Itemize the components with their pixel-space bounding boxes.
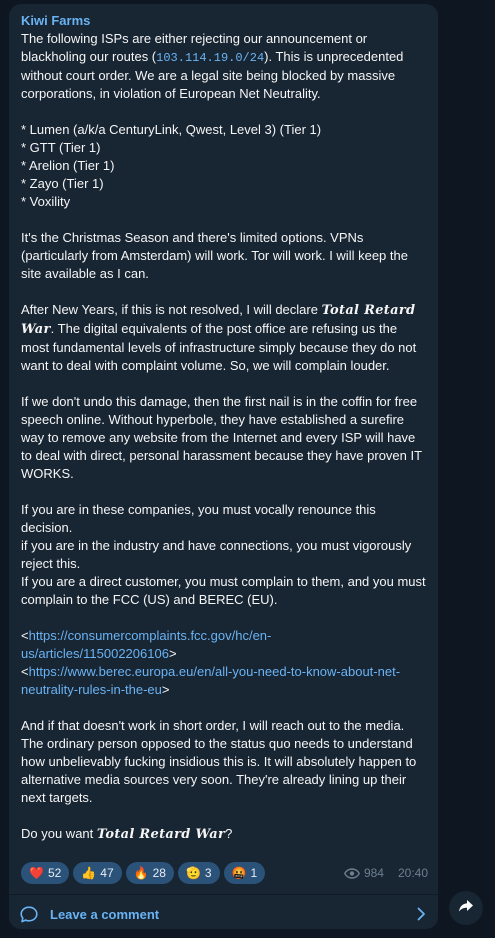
isp-list-item: * Arelion (Tier 1) <box>21 158 115 173</box>
message-time: 20:40 <box>397 866 428 880</box>
comment-bubble-icon <box>20 906 38 928</box>
reaction-fire[interactable]: 🔥 28 <box>125 862 174 884</box>
reactions-bar: ❤️ 52 👍 47 🔥 28 🫡 3 🤬 1 <box>21 862 266 884</box>
view-count: 984 <box>363 866 384 880</box>
berec-link[interactable]: https://www.berec.europa.eu/en/all-you-n… <box>21 664 400 697</box>
paragraph-question: Do you want Total Retard War? <box>21 826 233 842</box>
share-button[interactable] <box>449 891 483 925</box>
message-footer: ❤️ 52 👍 47 🔥 28 🫡 3 🤬 1 984 20:40 <box>21 862 428 888</box>
reaction-count: 3 <box>204 866 212 880</box>
leave-comment-label: Leave a comment <box>50 907 160 922</box>
reaction-count: 52 <box>47 866 62 880</box>
paragraph-customers: If you are a direct customer, you must c… <box>21 574 426 607</box>
paragraph-media: And if that doesn't work in short order,… <box>21 718 417 805</box>
reaction-count: 47 <box>100 866 114 880</box>
reaction-count: 1 <box>250 866 258 880</box>
isp-list-item: * GTT (Tier 1) <box>21 140 101 155</box>
reaction-heart[interactable]: ❤️ 52 <box>21 862 70 884</box>
paragraph-christmas: It's the Christmas Season and there's li… <box>21 230 408 281</box>
thumbs-up-icon: 👍 <box>81 866 97 880</box>
message-text: The following ISPs are either rejecting … <box>21 30 426 844</box>
eye-icon <box>343 867 360 879</box>
link-line-berec: <https://www.berec.europa.eu/en/all-you-… <box>21 664 401 697</box>
isp-list-item: * Zayo (Tier 1) <box>21 176 104 191</box>
paragraph-industry: if you are in the industry and have conn… <box>21 538 412 571</box>
gothic-phrase: Total Retard War <box>96 827 226 842</box>
salute-hand-icon: 🫡 <box>185 866 201 880</box>
red-heart-icon: ❤️ <box>29 866 44 880</box>
isp-list-item: * Lumen (a/k/a CenturyLink, Qwest, Level… <box>21 122 322 137</box>
reaction-count: 28 <box>152 866 166 880</box>
paragraph-new-years: After New Years, if this is not resolved… <box>21 302 417 373</box>
chevron-right-icon <box>417 907 426 926</box>
paragraph-free-speech: If we don't undo this damage, then the f… <box>21 394 422 481</box>
paragraph-companies: If you are in these companies, you must … <box>21 502 376 535</box>
share-arrow-icon <box>458 899 474 918</box>
message-meta: 984 20:40 <box>343 866 428 880</box>
ip-range-code[interactable]: 103.114.19.0/24 <box>156 51 264 65</box>
channel-name[interactable]: Kiwi Farms <box>21 13 426 29</box>
reaction-salute[interactable]: 🫡 3 <box>177 862 220 884</box>
fire-icon: 🔥 <box>133 866 149 880</box>
reaction-thumbs-up[interactable]: 👍 47 <box>73 862 122 884</box>
link-line-fcc: <https://consumercomplaints.fcc.gov/hc/e… <box>21 628 272 661</box>
isp-list-item: * Voxility <box>21 194 71 209</box>
comments-button[interactable]: Leave a comment <box>9 894 438 933</box>
fcc-link[interactable]: https://consumercomplaints.fcc.gov/hc/en… <box>21 628 271 661</box>
message-bubble: Kiwi Farms The following ISPs are either… <box>9 4 438 929</box>
cursing-face-icon: 🤬 <box>231 866 247 880</box>
reaction-cursing[interactable]: 🤬 1 <box>223 862 266 884</box>
paragraph-isp-blocking: The following ISPs are either rejecting … <box>21 31 404 101</box>
